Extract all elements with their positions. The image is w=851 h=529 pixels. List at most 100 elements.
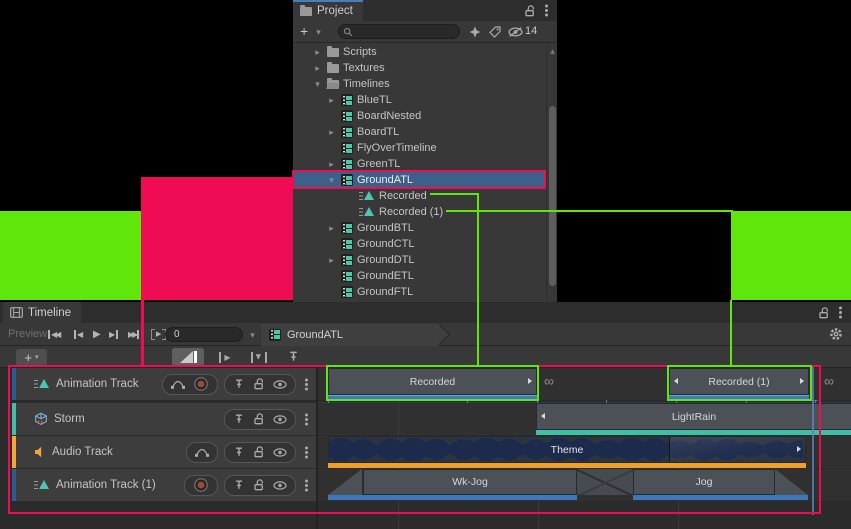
track-header-audio[interactable]: Audio Track — [12, 436, 316, 468]
mix-mode-button[interactable] — [172, 348, 204, 367]
eye-icon[interactable] — [273, 448, 287, 457]
previous-frame-button[interactable]: ◀ — [70, 323, 87, 345]
crossfade-region[interactable] — [577, 469, 633, 495]
unlock-icon[interactable] — [253, 378, 265, 390]
tree-item-grounddtl[interactable]: ▸GroundDTL — [293, 252, 546, 268]
pin-icon[interactable] — [233, 479, 245, 491]
clip-recorded-1[interactable]: Recorded (1) — [669, 368, 809, 395]
hidden-items-eye-slash-icon[interactable] — [508, 27, 523, 37]
tree-item-label: Recorded (1) — [379, 206, 443, 218]
tree-item-flyovertimeline[interactable]: FlyOverTimeline — [293, 140, 546, 156]
tree-item-scripts[interactable]: ▸ Scripts — [293, 44, 546, 60]
scroll-up-icon[interactable]: ▴ — [547, 46, 558, 57]
clip-lightrain[interactable]: LightRain — [536, 403, 851, 430]
track-name: Storm — [54, 413, 85, 425]
go-to-end-button[interactable]: ▶▶ — [124, 323, 143, 345]
clip-right-edge-icon[interactable] — [797, 446, 801, 452]
tree-item-recorded-1[interactable]: Recorded (1) — [293, 204, 546, 220]
pin-markers-icon[interactable] — [287, 350, 300, 363]
create-asset-dropdown-icon[interactable]: ▾ — [313, 27, 324, 38]
tree-item-bluetl[interactable]: ▸BlueTL — [293, 92, 546, 108]
breadcrumb[interactable]: GroundATL — [261, 324, 439, 346]
project-tab-label: Project — [317, 5, 353, 17]
tree-item-recorded[interactable]: Recorded — [293, 188, 546, 204]
clip-theme[interactable]: Theme — [328, 436, 806, 463]
tab-timeline[interactable]: Timeline — [3, 302, 81, 323]
go-to-start-button[interactable]: ◀◀ — [44, 323, 63, 345]
ripple-mode-button[interactable]: ▶ — [212, 348, 238, 367]
curves-icon[interactable] — [171, 379, 185, 389]
tree-item-timelines[interactable]: ▾Timelines — [293, 76, 546, 92]
create-asset-button[interactable]: + — [300, 23, 308, 39]
caret-down-icon[interactable]: ▾ — [312, 79, 323, 90]
clip-wkjog[interactable]: Wk-Jog — [363, 469, 577, 495]
eye-icon[interactable] — [273, 380, 287, 389]
project-scrollbar[interactable]: ▴ — [546, 44, 557, 302]
search-field[interactable] — [338, 24, 460, 39]
search-input[interactable] — [353, 26, 459, 37]
eye-icon[interactable] — [273, 415, 287, 424]
caret-right-icon[interactable]: ▸ — [326, 127, 337, 138]
next-frame-button[interactable]: ▶ — [105, 323, 122, 345]
tree-item-boardtl[interactable]: ▸BoardTL — [293, 124, 546, 140]
clip-right-edge-icon[interactable] — [528, 378, 532, 384]
clip-left-edge-icon[interactable] — [541, 413, 545, 419]
preview-toggle[interactable]: Preview — [8, 328, 47, 340]
pin-icon[interactable] — [233, 446, 245, 458]
playhead-line[interactable] — [812, 365, 814, 515]
project-panel: Project + ▾ 14 ▸Scripts ▸Textures ▾Timel… — [293, 0, 557, 302]
track-header-animation[interactable]: Animation Track — [12, 368, 316, 400]
track-header-storm[interactable]: Storm — [12, 403, 316, 435]
eye-icon[interactable] — [273, 481, 287, 490]
caret-right-icon[interactable]: ▸ — [326, 255, 337, 266]
tree-item-groundftl[interactable]: GroundFTL — [293, 284, 546, 300]
track-menu-icon[interactable] — [305, 418, 308, 421]
caret-right-icon[interactable]: ▸ — [326, 95, 337, 106]
record-button-icon[interactable] — [193, 376, 209, 392]
tree-item-groundbtl[interactable]: ▸GroundBTL — [293, 220, 546, 236]
timeline-tab-label: Timeline — [28, 307, 71, 319]
curves-icon[interactable] — [195, 447, 209, 457]
record-button-icon[interactable] — [193, 477, 209, 493]
panel-menu-icon[interactable] — [545, 9, 548, 12]
search-by-label-icon[interactable] — [489, 26, 501, 38]
track-menu-icon[interactable] — [305, 451, 308, 454]
track-menu-icon[interactable] — [305, 383, 308, 386]
caret-right-icon[interactable]: ▸ — [312, 63, 323, 74]
clip-recorded[interactable]: Recorded — [328, 368, 537, 395]
unlock-icon[interactable] — [253, 446, 265, 458]
play-button[interactable]: ▶ — [89, 323, 105, 345]
clip-right-edge-icon[interactable] — [800, 378, 804, 384]
search-by-type-icon[interactable] — [469, 26, 481, 38]
pin-icon[interactable] — [233, 378, 245, 390]
unlock-icon[interactable] — [524, 5, 536, 17]
tree-item-label: Scripts — [343, 46, 377, 58]
panel-menu-icon[interactable] — [839, 311, 842, 314]
unlock-icon[interactable] — [818, 307, 830, 319]
unlock-icon[interactable] — [253, 413, 265, 425]
unlock-icon[interactable] — [253, 479, 265, 491]
add-track-button[interactable]: +▾ — [16, 349, 47, 366]
pin-icon[interactable] — [233, 413, 245, 425]
replace-mode-button[interactable]: ▶ — [246, 348, 272, 367]
tree-item-textures[interactable]: ▸Textures — [293, 60, 546, 76]
caret-down-icon[interactable]: ▾ — [326, 175, 337, 186]
tab-project[interactable]: Project — [293, 0, 363, 21]
track-header-animation-1[interactable]: Animation Track (1) — [12, 469, 316, 501]
caret-right-icon[interactable]: ▸ — [326, 223, 337, 234]
settings-gear-icon[interactable] — [829, 327, 843, 341]
tree-item-groundctl[interactable]: GroundCTL — [293, 236, 546, 252]
clip-left-edge-icon[interactable] — [674, 378, 678, 384]
tree-item-boardnested[interactable]: BoardNested — [293, 108, 546, 124]
tree-item-groundatl-selected[interactable]: ▾GroundATL — [293, 172, 546, 188]
tree-item-greentl[interactable]: ▸GreenTL — [293, 156, 546, 172]
timeline-panel: Timeline Preview ◀◀ ◀ ▶ ▶ ▶▶ ▶ ▾ GroundA… — [0, 302, 851, 529]
tree-item-groundetl[interactable]: GroundETL — [293, 268, 546, 284]
frame-options-dropdown-icon[interactable]: ▾ — [247, 330, 258, 341]
track-menu-icon[interactable] — [305, 484, 308, 487]
scrollbar-thumb[interactable] — [549, 106, 556, 286]
caret-right-icon[interactable]: ▸ — [312, 47, 323, 58]
current-frame-field[interactable] — [165, 327, 243, 342]
clip-jog[interactable]: Jog — [633, 469, 775, 495]
caret-right-icon[interactable]: ▸ — [326, 159, 337, 170]
